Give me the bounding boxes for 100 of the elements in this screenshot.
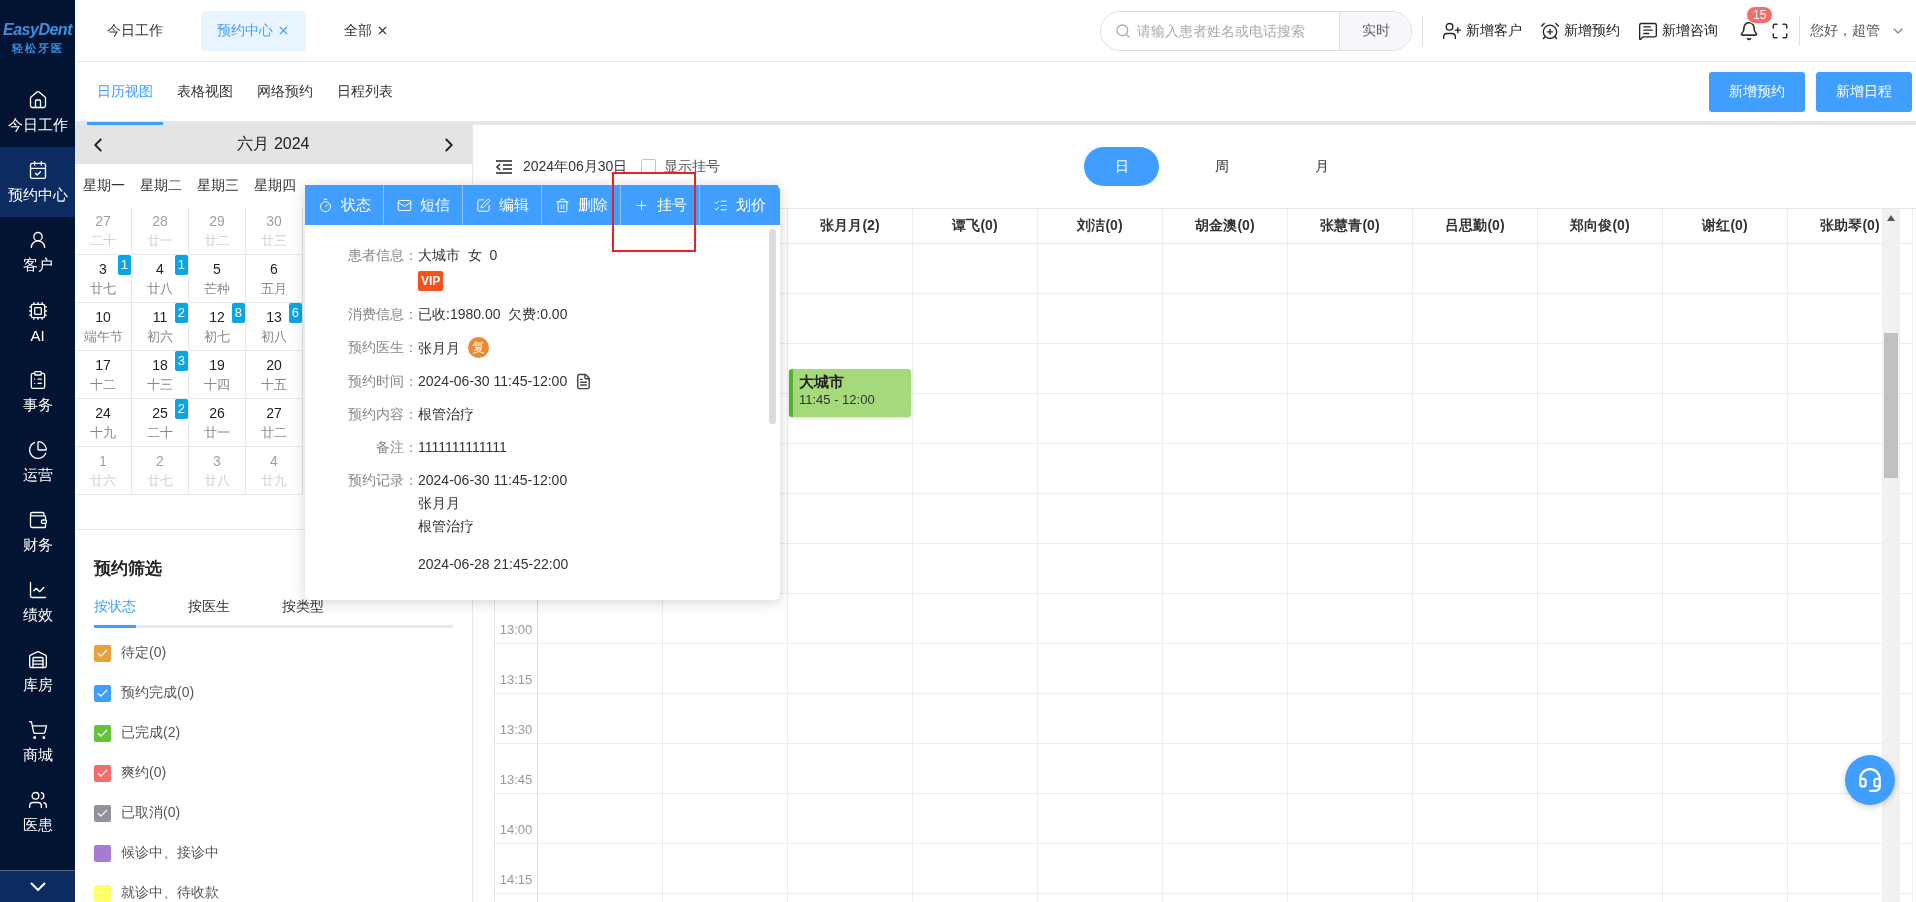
- status-label: 就诊中、待收款: [121, 884, 219, 902]
- calendar-day[interactable]: 27 廿二: [246, 399, 303, 448]
- nav-item[interactable]: 客户: [0, 217, 75, 287]
- calendar-day[interactable]: 24 十九: [75, 399, 132, 448]
- status-checkbox[interactable]: [94, 804, 111, 822]
- user-menu[interactable]: 您好，超管: [1810, 21, 1906, 40]
- cart-icon: [27, 719, 48, 740]
- page-tab[interactable]: 今日工作: [91, 10, 179, 51]
- calendar-day[interactable]: 10 端午节: [75, 303, 132, 352]
- day-number: 28: [152, 211, 168, 231]
- view-tab[interactable]: 表格视图: [167, 62, 243, 125]
- calendar-day[interactable]: 25 二十 2: [132, 399, 189, 448]
- view-tab[interactable]: 日程列表: [327, 62, 403, 125]
- status-checkbox[interactable]: [94, 644, 111, 662]
- nav-item[interactable]: 预约中心: [0, 147, 75, 217]
- support-button[interactable]: [1845, 755, 1895, 805]
- nav-item[interactable]: 财务: [0, 497, 75, 567]
- filter-tab[interactable]: 按类型: [282, 598, 324, 628]
- calendar-day[interactable]: 4 廿八 1: [132, 255, 189, 304]
- collapse-icon[interactable]: [495, 158, 513, 175]
- field-label: 预约内容：: [347, 405, 418, 424]
- view-tab[interactable]: 网络预约: [247, 62, 323, 125]
- patient-name: 大城市: [799, 373, 845, 392]
- field-label: 备注：: [375, 438, 418, 457]
- checklist-icon: [712, 197, 728, 213]
- checkbox-label: 显示挂号: [664, 157, 721, 176]
- calendar-day[interactable]: 5 芒种: [189, 255, 246, 304]
- nav-more-button[interactable]: [0, 870, 75, 902]
- calendar-day[interactable]: 26 廿一: [189, 399, 246, 448]
- search-icon: [1115, 22, 1131, 39]
- filter-tab[interactable]: 按医生: [188, 598, 230, 628]
- day-number: 29: [209, 211, 225, 231]
- status-label: 已取消(0): [121, 804, 181, 822]
- header-action[interactable]: 新增预约: [1540, 20, 1620, 41]
- day-number: 27: [95, 211, 111, 231]
- appointment-card[interactable]: 大城市 11:45 - 12:00: [789, 369, 911, 417]
- page-tab[interactable]: 全部: [328, 10, 405, 51]
- close-icon[interactable]: [376, 24, 389, 37]
- appointment-count: 8: [231, 303, 245, 324]
- day-number: 3: [213, 451, 221, 471]
- scrollbar[interactable]: [1882, 209, 1900, 902]
- status-checkbox[interactable]: [94, 884, 111, 902]
- status-checkbox[interactable]: [94, 764, 111, 782]
- status-checkbox[interactable]: [94, 724, 111, 742]
- plus-icon: [633, 197, 649, 213]
- calendar-day[interactable]: 17 十二: [75, 351, 132, 400]
- clock-plus-icon: [1540, 20, 1560, 41]
- bell-icon[interactable]: [1739, 20, 1759, 41]
- nav-item[interactable]: 运营: [0, 427, 75, 497]
- warehouse-icon: [27, 649, 48, 670]
- nav-item[interactable]: AI: [0, 287, 75, 357]
- status-label: 候诊中、接诊中: [121, 844, 219, 862]
- lunar-date: 廿一: [204, 423, 230, 442]
- nav-item[interactable]: 事务: [0, 357, 75, 427]
- field-value: 根管治疗: [418, 405, 474, 424]
- calendar-day[interactable]: 20 十五: [246, 351, 303, 400]
- status-checkbox[interactable]: [94, 684, 111, 702]
- header-action[interactable]: 新增咨询: [1638, 20, 1718, 41]
- lunar-date: 十二: [90, 375, 116, 394]
- nav-item[interactable]: 库房: [0, 637, 75, 707]
- calendar-day[interactable]: 6 五月: [246, 255, 303, 304]
- scrollbar-thumb[interactable]: [1884, 333, 1898, 478]
- status-checkbox[interactable]: [94, 844, 111, 862]
- nav-item[interactable]: 今日工作: [0, 77, 75, 147]
- lunar-date: 廿八: [147, 279, 173, 298]
- appointment-count: 2: [174, 399, 188, 420]
- field-value: 张月月: [418, 338, 460, 358]
- weekday-label: 星期一: [81, 175, 126, 195]
- doctor-column-header: 张慧青(0): [1320, 217, 1380, 235]
- view-mode-tab[interactable]: 月: [1284, 147, 1359, 186]
- scroll-up-arrow-icon[interactable]: [1887, 215, 1895, 221]
- fullscreen-icon[interactable]: [1771, 21, 1789, 40]
- field-value: 已收:1980.00 欠费:0.00: [418, 305, 568, 324]
- calendar-day[interactable]: 3 廿七 1: [75, 255, 132, 304]
- calendar-day[interactable]: 11 初六 2: [132, 303, 189, 352]
- view-mode-tab[interactable]: 周: [1184, 147, 1259, 186]
- header-action[interactable]: 新增客户: [1442, 20, 1522, 41]
- current-date: 2024年06月30日: [523, 157, 628, 176]
- time-label: 13:00: [499, 622, 533, 637]
- lunar-date: 十三: [147, 375, 173, 394]
- logo-subtitle: 轻松牙医: [11, 41, 64, 56]
- pie-chart-icon: [27, 439, 48, 460]
- calendar-day[interactable]: 18 十三 3: [132, 351, 189, 400]
- nav-item[interactable]: 商城: [0, 707, 75, 777]
- nav-item[interactable]: 医患: [0, 777, 75, 847]
- calendar-day[interactable]: 12 初七 8: [189, 303, 246, 352]
- document-icon[interactable]: [575, 372, 593, 390]
- day-number: 24: [95, 403, 111, 423]
- doctor-column-header: 吕思勤(0): [1445, 217, 1505, 235]
- doctor-column-header: 张助琴(0): [1820, 217, 1880, 235]
- nav-item[interactable]: 绩效: [0, 567, 75, 637]
- notification-count: 15: [1746, 5, 1774, 24]
- lunar-date: 廿二: [261, 423, 287, 442]
- calendar-day[interactable]: 19 十四: [189, 351, 246, 400]
- record-line: 2024-06-28 21:45-22:00: [418, 555, 569, 574]
- appointment-count: 3: [174, 351, 188, 372]
- popup-scrollbar[interactable]: [769, 229, 776, 424]
- calendar-day[interactable]: 13 初八 6: [246, 303, 303, 352]
- realtime-button[interactable]: 实时: [1339, 11, 1411, 50]
- appointment-count: 2: [174, 303, 188, 324]
